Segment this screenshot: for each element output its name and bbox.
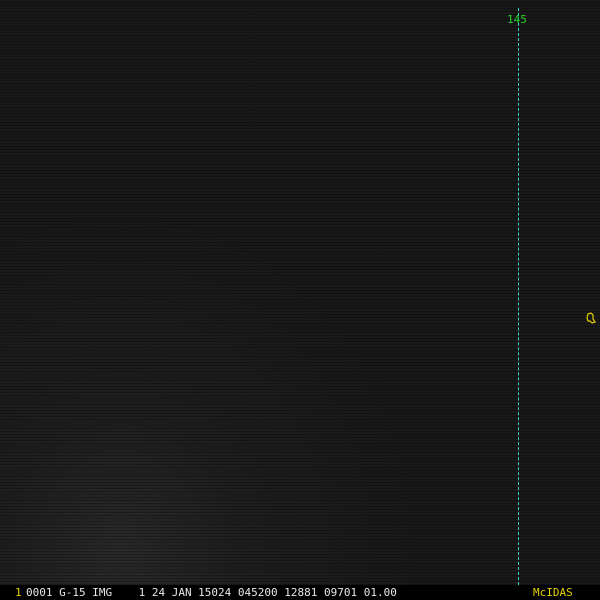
coastline-fragment-icon bbox=[586, 312, 596, 324]
longitude-grid-line bbox=[518, 8, 519, 590]
image-info-bar: 1 0001 G-15 IMG 1 24 JAN 15024 045200 12… bbox=[0, 585, 600, 600]
software-label: McIDAS bbox=[533, 586, 573, 599]
satellite-imagery bbox=[0, 0, 600, 600]
frame-number: 1 bbox=[15, 586, 22, 599]
longitude-label: 145 bbox=[507, 13, 527, 26]
image-metadata-text: 0001 G-15 IMG 1 24 JAN 15024 045200 1288… bbox=[26, 586, 397, 599]
satellite-image-display: 145 1 0001 G-15 IMG 1 24 JAN 15024 04520… bbox=[0, 0, 600, 600]
